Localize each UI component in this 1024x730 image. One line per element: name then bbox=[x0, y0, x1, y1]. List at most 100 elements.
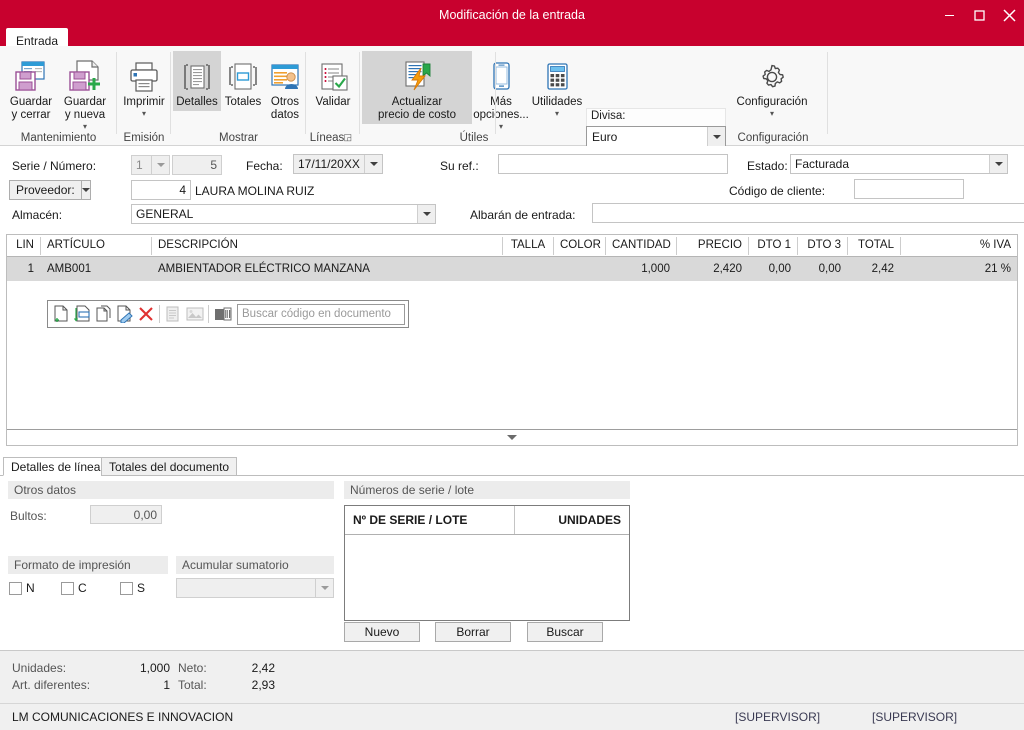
grid-col-iva[interactable]: % IVA bbox=[901, 235, 1017, 257]
bultos-input[interactable]: 0,00 bbox=[90, 505, 162, 524]
guardar-y-cerrar-button[interactable]: Guardar y cerrar bbox=[4, 51, 58, 124]
borrar-button[interactable]: Borrar bbox=[435, 622, 511, 642]
grid-col-color[interactable]: COLOR bbox=[554, 235, 605, 257]
user-right: [SUPERVISOR] bbox=[872, 710, 958, 724]
close-icon[interactable] bbox=[994, 0, 1024, 30]
tab-totales-del-documento[interactable]: Totales del documento bbox=[101, 457, 238, 476]
acumular-sumatorio-select[interactable] bbox=[176, 578, 334, 598]
ribbon-group-configuracion: Configuración ▾ Configuración bbox=[718, 46, 828, 146]
search-input[interactable]: Buscar código en documento bbox=[237, 303, 405, 325]
serial-numbers-table: Nº DE SERIE / LOTE UNIDADES bbox=[344, 505, 630, 621]
grid-col-dto1[interactable]: DTO 1 bbox=[749, 235, 797, 257]
guardar-y-nueva-button[interactable]: Guardar y nueva ▾ bbox=[56, 51, 114, 133]
numero-input[interactable]: 5 bbox=[172, 155, 222, 175]
configuracion-button[interactable]: Configuración ▾ bbox=[728, 51, 816, 120]
details-icon bbox=[180, 54, 214, 94]
ribbon-group-utiles-label: Útiles bbox=[459, 132, 489, 144]
formato-n-label: N bbox=[26, 581, 35, 595]
proveedor-name: LAURA MOLINA RUIZ bbox=[195, 184, 315, 198]
grid-col-total[interactable]: TOTAL bbox=[848, 235, 900, 257]
chevron-down-icon[interactable] bbox=[417, 205, 435, 223]
chevron-down-icon[interactable] bbox=[989, 155, 1007, 173]
new-document-icon[interactable] bbox=[51, 302, 72, 326]
minimize-icon[interactable] bbox=[934, 0, 964, 30]
proveedor-button[interactable]: Proveedor: bbox=[9, 180, 91, 200]
ribbon-group-mantenimiento: Guardar y cerrar Guardar y nueva ▾ Mante… bbox=[0, 46, 117, 146]
proveedor-label: Proveedor: bbox=[16, 183, 75, 197]
formato-c-label: C bbox=[78, 581, 87, 595]
chevron-down-icon[interactable]: ▾ bbox=[83, 123, 87, 131]
checkbox-box bbox=[9, 581, 22, 595]
cell-descripcion: AMBIENTADOR ELÉCTRICO MANZANA bbox=[158, 263, 370, 275]
detail-tabs: Detalles de línea Totales del documento bbox=[0, 457, 1024, 476]
barcode-icon[interactable] bbox=[212, 302, 233, 326]
otros-datos-button[interactable]: Otros datos bbox=[265, 51, 305, 124]
cell-talla bbox=[503, 257, 553, 281]
acumular-sumatorio-title: Acumular sumatorio bbox=[176, 556, 334, 574]
edit-document-icon[interactable] bbox=[114, 302, 135, 326]
albaran-input[interactable] bbox=[592, 203, 1024, 223]
divisa-select[interactable]: Euro bbox=[586, 126, 726, 148]
ribbon-tab-strip bbox=[0, 30, 1024, 46]
grid-collapse-button[interactable] bbox=[7, 429, 1017, 445]
grid-col-cantidad[interactable]: CANTIDAD bbox=[606, 235, 676, 257]
grid-col-talla[interactable]: TALLA bbox=[503, 235, 553, 257]
mas-opciones-button[interactable]: Más opciones... ▾ bbox=[473, 51, 529, 133]
col-divider bbox=[514, 506, 515, 534]
utilidades-button[interactable]: Utilidades ▾ bbox=[530, 51, 584, 120]
formato-checkbox-n[interactable]: N bbox=[9, 581, 35, 595]
su-ref-input[interactable] bbox=[498, 154, 728, 174]
totales-label: Totales bbox=[224, 96, 262, 108]
almacen-select[interactable]: GENERAL bbox=[131, 204, 436, 224]
title-bar: Modificación de la entrada bbox=[0, 0, 1024, 30]
total-value: 2,93 bbox=[251, 678, 275, 692]
codigo-cliente-input[interactable] bbox=[854, 179, 964, 199]
detalles-button[interactable]: Detalles bbox=[173, 51, 221, 111]
serie-select[interactable]: 1 bbox=[131, 155, 170, 175]
tab-detalles-de-linea[interactable]: Detalles de línea bbox=[3, 457, 109, 476]
grid-col-descripcion[interactable]: DESCRIPCIÓN bbox=[152, 235, 502, 257]
chevron-down-icon[interactable]: ▾ bbox=[142, 110, 146, 118]
fecha-datepicker[interactable]: 17/11/20XX bbox=[293, 154, 383, 174]
totales-button[interactable]: Totales bbox=[221, 51, 265, 111]
imprimir-button[interactable]: Imprimir ▾ bbox=[119, 51, 169, 120]
art-diferentes-value: 1 bbox=[163, 678, 170, 692]
proveedor-code-input[interactable]: 4 bbox=[131, 180, 191, 200]
mobile-icon bbox=[485, 54, 517, 94]
chevron-down-icon[interactable] bbox=[315, 579, 333, 597]
chevron-down-icon[interactable] bbox=[364, 155, 382, 173]
numeros-serie-title: Números de serie / lote bbox=[344, 481, 630, 499]
chevron-down-icon[interactable]: ▾ bbox=[555, 110, 559, 118]
validate-icon bbox=[316, 54, 350, 94]
buscar-button[interactable]: Buscar bbox=[527, 622, 603, 642]
art-diferentes-label: Art. diferentes: bbox=[12, 678, 91, 692]
formato-checkbox-s[interactable]: S bbox=[120, 581, 145, 595]
chevron-down-icon[interactable] bbox=[151, 156, 169, 174]
grid-col-dto3[interactable]: DTO 3 bbox=[798, 235, 847, 257]
copy-document-icon[interactable] bbox=[93, 302, 114, 326]
chevron-down-icon[interactable]: ▾ bbox=[770, 110, 774, 118]
actualizar-precio-costo-button[interactable]: Actualizar precio de costo bbox=[362, 51, 472, 124]
formato-checkbox-c[interactable]: C bbox=[61, 581, 87, 595]
mas-opciones-label: Más opciones... bbox=[473, 96, 529, 121]
lineas-dialog-launcher-icon[interactable]: ◲ bbox=[343, 132, 352, 143]
nuevo-button[interactable]: Nuevo bbox=[344, 622, 420, 642]
chevron-down-icon[interactable] bbox=[81, 188, 90, 192]
insert-document-icon[interactable] bbox=[72, 302, 93, 326]
imprimir-label: Imprimir bbox=[123, 96, 165, 108]
formato-impresion-title: Formato de impresión bbox=[8, 556, 168, 574]
serie-numero-label: Serie / Número: bbox=[12, 159, 97, 173]
guardar-y-nueva-label: Guardar y nueva bbox=[63, 96, 107, 121]
grid-col-precio[interactable]: PRECIO bbox=[677, 235, 748, 257]
serial-col-unidades[interactable]: UNIDADES bbox=[550, 506, 629, 534]
ribbon: Guardar y cerrar Guardar y nueva ▾ Mante… bbox=[0, 46, 1024, 148]
grid-col-lin[interactable]: LIN bbox=[7, 235, 40, 257]
chevron-down-icon[interactable]: ▾ bbox=[499, 123, 503, 131]
serial-col-numero[interactable]: Nº DE SERIE / LOTE bbox=[345, 506, 475, 534]
grid-col-articulo[interactable]: ARTÍCULO bbox=[41, 235, 151, 257]
validar-button[interactable]: Validar bbox=[308, 51, 358, 111]
table-row[interactable]: 1 AMB001 AMBIENTADOR ELÉCTRICO MANZANA 1… bbox=[7, 257, 1017, 281]
delete-document-icon[interactable] bbox=[135, 302, 156, 326]
estado-select[interactable]: Facturada bbox=[790, 154, 1008, 174]
maximize-icon[interactable] bbox=[964, 0, 994, 30]
